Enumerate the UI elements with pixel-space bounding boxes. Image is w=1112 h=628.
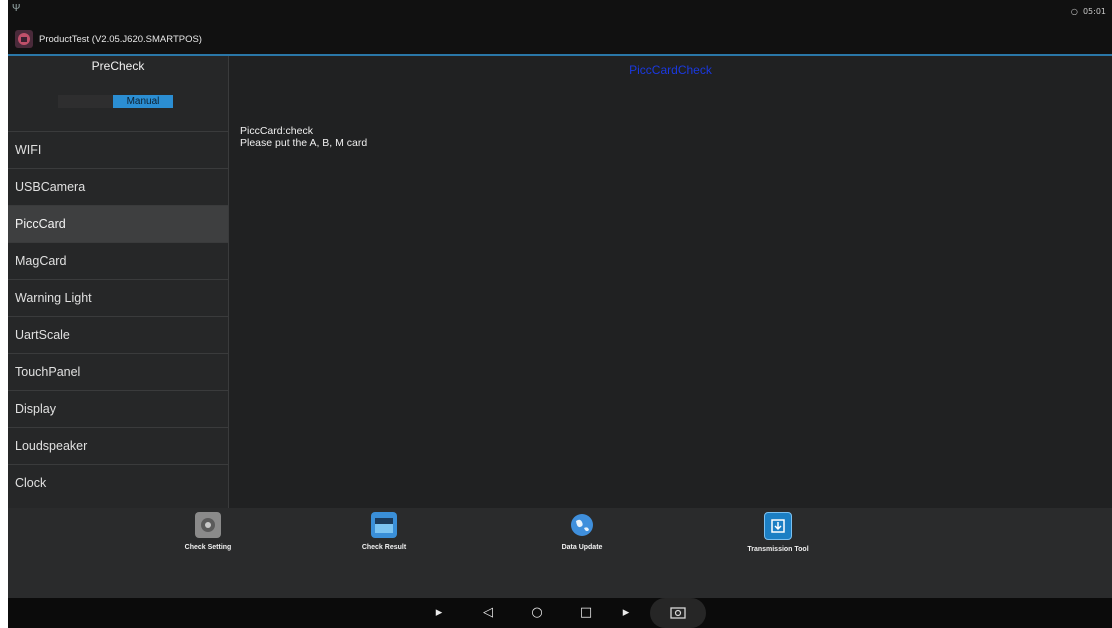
system-navigation-bar: ▸ ◁ ○ □ ▸ (8, 598, 1112, 628)
check-message-line-2: Please put the A, B, M card (240, 137, 368, 149)
sidebar-item-wifi[interactable]: WIFI (8, 131, 228, 168)
sidebar-item-uartscale[interactable]: UartScale (8, 316, 228, 353)
bottom-toolbar: Check Setting Check Result Data Update T… (8, 508, 1112, 598)
status-bar: Ψ ○ 05:01 (8, 0, 1112, 22)
sidebar-header: PreCheck (91, 59, 145, 73)
usb-icon: Ψ (12, 3, 21, 14)
page-title: PiccCardCheck (629, 63, 712, 77)
sidebar-item-touchpanel[interactable]: TouchPanel (8, 353, 228, 390)
globe-icon (569, 512, 595, 538)
app-title: ProductTest (V2.05.J620.SMARTPOS) (39, 34, 202, 45)
check-message: PiccCard:check Please put the A, B, M ca… (240, 125, 367, 149)
volume-up-icon[interactable]: ▸ (615, 604, 637, 622)
app-title-bar: ProductTest (V2.05.J620.SMARTPOS) (8, 22, 1112, 56)
sidebar-item-magcard[interactable]: MagCard (8, 242, 228, 279)
data-update-button[interactable]: Data Update (527, 512, 637, 551)
transmission-tool-button[interactable]: Transmission Tool (723, 512, 833, 553)
recent-apps-icon[interactable]: □ (575, 604, 597, 622)
device-screen: Ψ ○ 05:01 ProductTest (V2.05.J620.SMARTP… (8, 0, 1112, 628)
check-result-label: Check Result (361, 544, 407, 551)
gear-icon (195, 512, 221, 538)
sidebar: PreCheck Manual WIFI USBCamera PiccCard … (8, 56, 229, 508)
sidebar-item-clock[interactable]: Clock (8, 464, 228, 501)
home-icon[interactable]: ○ (526, 604, 548, 622)
sidebar-item-picccard[interactable]: PiccCard (8, 205, 228, 242)
check-setting-button[interactable]: Check Setting (153, 512, 263, 551)
status-time: 05:01 (1082, 7, 1106, 16)
main-panel: PiccCardCheck PiccCard:check Please put … (229, 56, 1112, 508)
check-result-button[interactable]: Check Result (329, 512, 439, 551)
manual-mode-button[interactable]: Manual (113, 95, 173, 108)
check-setting-label: Check Setting (184, 544, 232, 551)
app-icon (15, 30, 33, 48)
volume-down-icon[interactable]: ▸ (428, 604, 450, 622)
check-message-line-1: PiccCard:check (240, 125, 313, 137)
sidebar-item-warning-light[interactable]: Warning Light (8, 279, 228, 316)
transmission-tool-label: Transmission Tool (747, 546, 809, 553)
clapperboard-icon (371, 512, 397, 538)
camera-icon (670, 607, 686, 619)
data-update-label: Data Update (561, 544, 603, 551)
status-clock: ○ 05:01 (1070, 7, 1106, 16)
download-icon (764, 512, 792, 540)
sidebar-item-loudspeaker[interactable]: Loudspeaker (8, 427, 228, 464)
screenshot-button[interactable] (650, 598, 706, 628)
test-item-list: WIFI USBCamera PiccCard MagCard Warning … (8, 131, 228, 501)
back-icon[interactable]: ◁ (477, 604, 499, 622)
sidebar-item-usbcamera[interactable]: USBCamera (8, 168, 228, 205)
sidebar-item-display[interactable]: Display (8, 390, 228, 427)
